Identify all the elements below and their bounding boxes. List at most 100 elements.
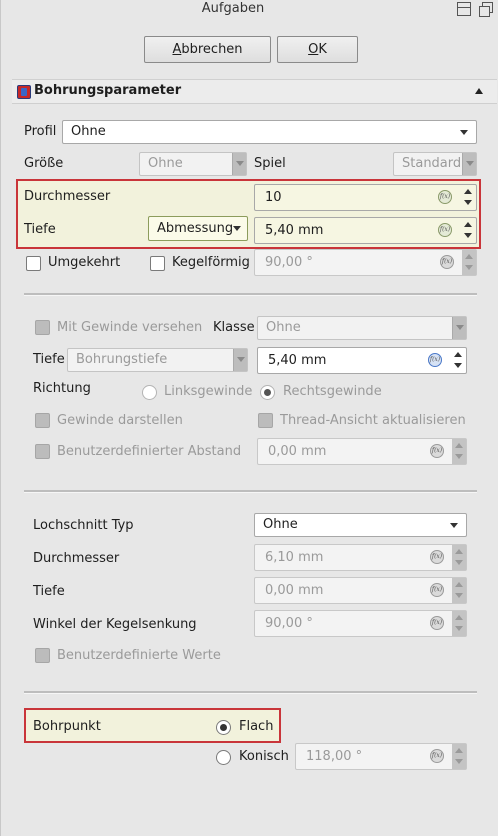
spin-arrows-icon[interactable]	[462, 250, 476, 275]
spin-arrows-icon[interactable]	[453, 351, 463, 370]
expression-icon[interactable]: f(x)	[438, 190, 452, 204]
section-header-bohrungsparameter[interactable]: Bohrungsparameter	[12, 79, 497, 104]
chevron-down-icon	[460, 130, 468, 135]
lochschnitt-tiefe-input[interactable]: 0,00 mm f(x)	[254, 577, 467, 604]
chevron-down-icon	[232, 153, 246, 175]
separator	[24, 293, 477, 296]
lochschnitt-durchmesser-label: Durchmesser	[33, 551, 120, 566]
kegel-angle-input[interactable]: 90,00 ° f(x)	[254, 249, 477, 276]
expression-icon[interactable]: f(x)	[430, 616, 444, 630]
tiefe-input[interactable]: 5,40 mm f(x)	[254, 217, 477, 244]
float-window-icon[interactable]	[479, 2, 493, 17]
panel-titlebar: Aufgaben	[1, 0, 498, 20]
flach-label: Flach	[239, 719, 274, 734]
klasse-value: Ohne	[266, 320, 301, 335]
chevron-down-icon	[452, 317, 466, 339]
spin-arrows-icon[interactable]	[463, 188, 473, 207]
chevron-down-icon	[450, 523, 458, 528]
kegel-angle-value: 90,00 °	[265, 255, 313, 270]
expression-icon[interactable]: f(x)	[430, 444, 444, 458]
lochschnitt-typ-value: Ohne	[263, 517, 298, 532]
lochschnitt-typ-select[interactable]: Ohne	[254, 513, 467, 537]
gewinde-tiefe-mode-value: Bohrungstiefe	[76, 352, 168, 367]
kegelfoermig-checkbox[interactable]	[150, 256, 165, 271]
gewinde-darstellen-label: Gewinde darstellen	[57, 413, 183, 428]
expression-icon[interactable]: f(x)	[428, 353, 442, 367]
umgekehrt-checkbox[interactable]	[26, 256, 41, 271]
groesse-value: Ohne	[148, 156, 183, 171]
durchmesser-label: Durchmesser	[24, 189, 111, 204]
gewinde-darstellen-checkbox[interactable]	[35, 413, 50, 428]
lochschnitt-durchmesser-input[interactable]: 6,10 mm f(x)	[254, 544, 467, 571]
spin-arrows-icon[interactable]	[452, 611, 466, 636]
separator	[24, 691, 477, 694]
profil-select[interactable]: Ohne	[62, 120, 477, 144]
spin-arrows-icon[interactable]	[463, 221, 473, 240]
profil-label: Profil	[24, 124, 57, 139]
benutzer-werte-checkbox[interactable]	[35, 648, 50, 663]
konisch-label: Konisch	[239, 749, 289, 764]
durchmesser-value: 10	[265, 190, 282, 205]
durchmesser-input[interactable]: 10 f(x)	[254, 184, 477, 211]
linksgewinde-label: Linksgewinde	[164, 384, 253, 399]
rechtsgewinde-radio[interactable]	[260, 385, 275, 400]
expression-icon[interactable]: f(x)	[430, 749, 444, 763]
tiefe-label: Tiefe	[24, 222, 56, 237]
cancel-button[interactable]: Abbrechen	[144, 36, 271, 63]
chevron-down-icon	[233, 349, 247, 371]
tiefe-mode-select[interactable]: Abmessung	[148, 216, 248, 241]
gewinde-tiefe-value: 5,40 mm	[268, 353, 327, 368]
thread-ansicht-checkbox[interactable]	[258, 413, 273, 428]
profil-value: Ohne	[71, 124, 106, 139]
klasse-label: Klasse	[213, 320, 255, 335]
benutzer-abstand-checkbox[interactable]	[35, 444, 50, 459]
mit-gewinde-checkbox[interactable]	[35, 320, 50, 335]
collapse-icon[interactable]	[475, 88, 483, 94]
tiefe-mode-value: Abmessung	[157, 221, 234, 236]
gewinde-tiefe-input[interactable]: 5,40 mm f(x)	[257, 347, 467, 374]
winkel-kegelsenkung-input[interactable]: 90,00 ° f(x)	[254, 610, 467, 637]
rechtsgewinde-label: Rechtsgewinde	[283, 384, 382, 399]
section-title: Bohrungsparameter	[34, 83, 182, 98]
lochschnitt-durchmesser-value: 6,10 mm	[265, 550, 324, 565]
thread-ansicht-label: Thread-Ansicht aktualisieren	[280, 413, 466, 428]
ok-button[interactable]: OK	[277, 36, 358, 63]
konisch-angle-input[interactable]: 118,00 ° f(x)	[295, 743, 467, 770]
undock-icon[interactable]	[457, 2, 471, 16]
expression-icon[interactable]: f(x)	[438, 223, 452, 237]
gewinde-tiefe-label: Tiefe	[33, 352, 65, 367]
benutzer-abstand-value: 0,00 mm	[268, 444, 327, 459]
mit-gewinde-label: Mit Gewinde versehen	[57, 320, 203, 335]
winkel-kegelsenkung-value: 90,00 °	[265, 616, 313, 631]
spin-arrows-icon[interactable]	[452, 439, 466, 464]
lochschnitt-tiefe-label: Tiefe	[33, 584, 65, 599]
panel-title: Aufgaben	[201, 1, 265, 16]
richtung-label: Richtung	[33, 381, 91, 396]
chevron-down-icon	[233, 226, 241, 231]
lochschnitt-tiefe-value: 0,00 mm	[265, 583, 324, 598]
expression-icon[interactable]: f(x)	[440, 255, 454, 269]
spiel-value: Standard	[402, 156, 462, 171]
benutzer-abstand-input[interactable]: 0,00 mm f(x)	[257, 438, 467, 465]
spin-arrows-icon[interactable]	[452, 744, 466, 769]
klasse-select[interactable]: Ohne	[257, 316, 467, 340]
groesse-select[interactable]: Ohne	[139, 152, 247, 176]
expression-icon[interactable]: f(x)	[430, 550, 444, 564]
konisch-radio[interactable]	[216, 750, 231, 765]
spiel-select[interactable]: Standard	[393, 152, 477, 176]
chevron-down-icon	[462, 153, 476, 175]
benutzer-werte-label: Benutzerdefinierte Werte	[57, 648, 221, 663]
flach-radio[interactable]	[216, 720, 231, 735]
expression-icon[interactable]: f(x)	[430, 583, 444, 597]
linksgewinde-radio[interactable]	[142, 385, 157, 400]
task-panel: Aufgaben Abbrechen OK Bohrungsparameter …	[0, 0, 498, 836]
spiel-label: Spiel	[254, 156, 286, 171]
umgekehrt-label: Umgekehrt	[48, 255, 121, 270]
tiefe-value: 5,40 mm	[265, 223, 324, 238]
winkel-kegelsenkung-label: Winkel der Kegelsenkung	[33, 617, 197, 632]
lochschnitt-typ-label: Lochschnitt Typ	[33, 518, 134, 533]
spin-arrows-icon[interactable]	[452, 545, 466, 570]
spin-arrows-icon[interactable]	[452, 578, 466, 603]
kegelfoermig-label: Kegelförmig	[172, 255, 250, 270]
gewinde-tiefe-mode-select[interactable]: Bohrungstiefe	[67, 348, 248, 372]
